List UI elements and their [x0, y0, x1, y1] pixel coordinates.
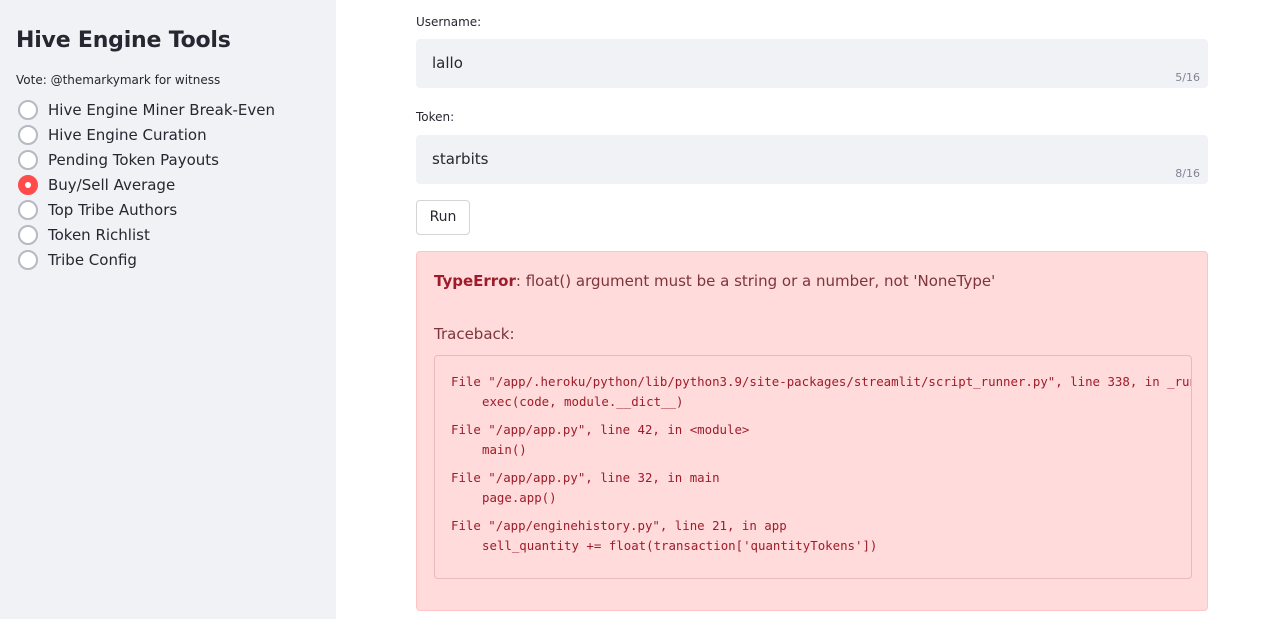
token-value[interactable]: starbits	[432, 150, 488, 168]
traceback-location: File "/app/.heroku/python/lib/python3.9/…	[451, 374, 1192, 389]
username-label: Username:	[416, 15, 482, 29]
radio-circle-icon[interactable]	[18, 99, 38, 120]
radio-option-tribe-config[interactable]: Tribe Config	[18, 247, 275, 272]
traceback-frame: File "/app/enginehistory.py", line 21, i…	[451, 516, 877, 556]
error-text: : float() argument must be a string or a…	[515, 272, 996, 290]
error-type: TypeError	[434, 272, 516, 290]
radio-option-label[interactable]: Token Richlist	[48, 226, 150, 244]
token-char-counter: 8/16	[1175, 167, 1200, 180]
traceback-frame: File "/app/.heroku/python/lib/python3.9/…	[451, 372, 1192, 412]
radio-option-curation[interactable]: Hive Engine Curation	[18, 122, 275, 147]
traceback-code: sell_quantity += float(transaction['quan…	[482, 538, 878, 553]
username-input[interactable]: lallo 5/16	[416, 39, 1208, 88]
radio-option-top-tribe-authors[interactable]: Top Tribe Authors	[18, 197, 275, 222]
radio-option-label[interactable]: Hive Engine Miner Break-Even	[48, 101, 275, 119]
page-radio-group: Hive Engine Miner Break-Even Hive Engine…	[18, 97, 275, 272]
traceback-code: exec(code, module.__dict__)	[482, 394, 684, 409]
traceback-frame: File "/app/app.py", line 42, in <module>…	[451, 420, 749, 460]
traceback-location: File "/app/app.py", line 32, in main	[451, 470, 720, 485]
traceback-code: main()	[482, 442, 527, 457]
traceback-frame: File "/app/app.py", line 32, in main pag…	[451, 468, 720, 508]
radio-circle-selected-icon[interactable]	[18, 174, 38, 195]
radio-circle-icon[interactable]	[18, 149, 38, 170]
traceback-location: File "/app/app.py", line 42, in <module>	[451, 422, 750, 437]
token-input[interactable]: starbits 8/16	[416, 135, 1208, 184]
radio-option-label[interactable]: Hive Engine Curation	[48, 126, 207, 144]
traceback-code: page.app()	[482, 490, 557, 505]
username-value[interactable]: lallo	[432, 54, 463, 72]
radio-option-label[interactable]: Buy/Sell Average	[48, 176, 175, 194]
error-message: TypeError: float() argument must be a st…	[434, 272, 995, 290]
radio-option-label[interactable]: Top Tribe Authors	[48, 201, 177, 219]
radio-circle-icon[interactable]	[18, 199, 38, 220]
traceback-label: Traceback:	[434, 325, 515, 343]
radio-circle-icon[interactable]	[18, 224, 38, 245]
sidebar-title: Hive Engine Tools	[16, 28, 231, 53]
traceback-block[interactable]: File "/app/.heroku/python/lib/python3.9/…	[434, 355, 1192, 579]
radio-option-miner-break-even[interactable]: Hive Engine Miner Break-Even	[18, 97, 275, 122]
radio-option-label[interactable]: Pending Token Payouts	[48, 151, 219, 169]
sidebar: Hive Engine Tools Vote: @themarkymark fo…	[0, 0, 336, 619]
username-char-counter: 5/16	[1175, 71, 1200, 84]
radio-option-label[interactable]: Tribe Config	[48, 251, 137, 269]
radio-option-pending-payouts[interactable]: Pending Token Payouts	[18, 147, 275, 172]
traceback-location: File "/app/enginehistory.py", line 21, i…	[451, 518, 787, 533]
radio-option-token-richlist[interactable]: Token Richlist	[18, 222, 275, 247]
token-label: Token:	[416, 110, 455, 124]
radio-option-buy-sell-average[interactable]: Buy/Sell Average	[18, 172, 275, 197]
radio-circle-icon[interactable]	[18, 249, 38, 270]
vote-text: Vote: @themarkymark for witness	[16, 73, 221, 87]
error-alert: TypeError: float() argument must be a st…	[416, 251, 1208, 611]
radio-circle-icon[interactable]	[18, 124, 38, 145]
run-button[interactable]: Run	[416, 200, 470, 235]
